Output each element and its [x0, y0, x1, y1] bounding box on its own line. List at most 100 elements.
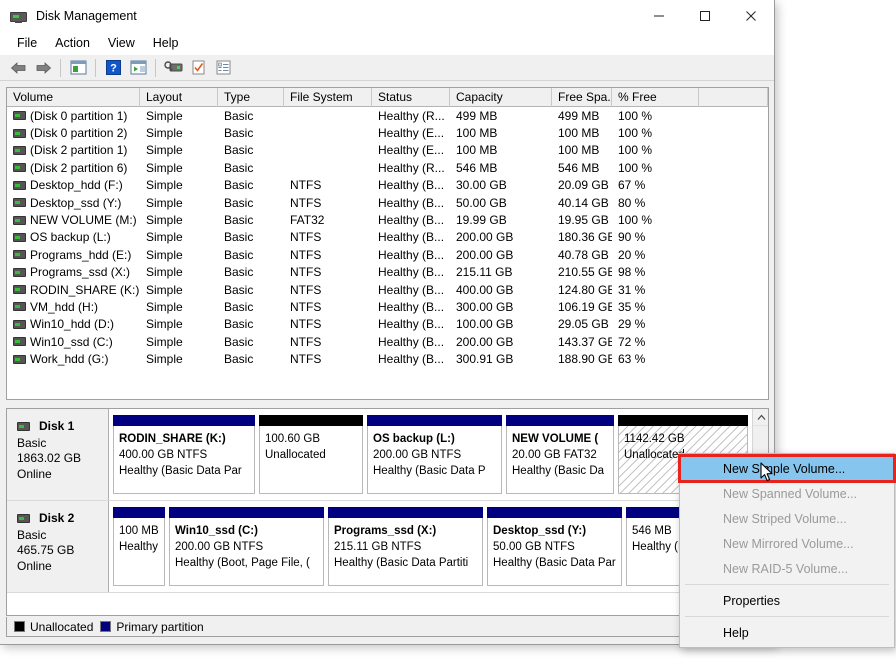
cell-capacity: 215.11 GB	[456, 265, 513, 280]
volume-name: (Disk 0 partition 2)	[30, 126, 128, 141]
cell-layout: Simple	[146, 195, 183, 210]
table-row[interactable]: (Disk 2 partition 1) Simple Basic Healthy (…	[7, 142, 768, 159]
partition-details: OS backup (L:) 200.00 GB NTFS Healthy (Bas…	[367, 426, 502, 494]
volume-name: VM_hdd (H:)	[30, 299, 99, 314]
legend: Unallocated Primary partition	[6, 617, 769, 637]
cell-type: Basic	[224, 247, 254, 262]
drive-icon	[13, 250, 26, 260]
scroll-up-icon[interactable]	[753, 409, 768, 426]
partition-block[interactable]: Win10_ssd (C:) 200.00 GB NTFS Healthy (Boo…	[169, 507, 324, 586]
partition-status: Healthy (Boot, Page File, (	[175, 557, 310, 569]
cell-capacity: 200.00 GB	[456, 334, 514, 349]
menu-item-new-simple-volume[interactable]: New Simple Volume...	[678, 454, 896, 483]
volume-list[interactable]: Volume Layout Type File System Status Capacit…	[6, 87, 769, 400]
show-hide-console-tree-icon[interactable]	[66, 57, 90, 79]
cell-status: Healthy (B...	[378, 334, 445, 349]
minimize-icon[interactable]	[636, 0, 682, 31]
cell-capacity: 200.00 GB	[456, 230, 514, 245]
menu-item-properties[interactable]: Properties	[680, 588, 894, 613]
disk-info-panel[interactable]: Disk 1 Basic 1863.02 GB Online	[7, 409, 109, 500]
partition-color-bar	[113, 415, 255, 426]
cell-type: Basic	[224, 160, 254, 175]
window-controls	[636, 0, 774, 31]
table-row[interactable]: (Disk 0 partition 2) Simple Basic Healthy (…	[7, 124, 768, 141]
menu-item-help[interactable]: Help	[680, 620, 894, 645]
volume-name: Programs_ssd (X:)	[30, 265, 131, 280]
cell-type: Basic	[224, 334, 254, 349]
column-header-free-spa[interactable]: Free Spa...	[552, 88, 612, 107]
properties-icon[interactable]	[186, 57, 210, 79]
maximize-icon[interactable]	[682, 0, 728, 31]
rescan-disks-icon[interactable]	[161, 57, 185, 79]
column-header-layout[interactable]: Layout	[140, 88, 218, 107]
partition-block[interactable]: NEW VOLUME (20.00 GB FAT32 Healthy (Basic…	[506, 415, 614, 494]
cell-type: Basic	[224, 230, 254, 245]
volume-name: Work_hdd (G:)	[30, 352, 109, 367]
column-header-status[interactable]: Status	[372, 88, 450, 107]
partition-size: 200.00 GB NTFS	[373, 449, 462, 461]
table-row[interactable]: (Disk 2 partition 6) Simple Basic Healthy (…	[7, 159, 768, 176]
forward-arrow-icon[interactable]	[31, 57, 55, 79]
partition-details: RODIN_SHARE (K:) 400.00 GB NTFS Healthy (B…	[113, 426, 255, 494]
disk-icon	[17, 422, 30, 432]
table-row[interactable]: VM_hdd (H:) Simple Basic NTFS Healthy (B... 3…	[7, 298, 768, 315]
partition-color-bar	[113, 507, 165, 518]
list-view-icon[interactable]	[211, 57, 235, 79]
cell-fs: FAT32	[290, 213, 325, 228]
help-icon[interactable]: ?	[101, 57, 125, 79]
menu-separator	[685, 584, 889, 585]
table-row[interactable]: Programs_ssd (X:) Simple Basic NTFS Healthy …	[7, 264, 768, 281]
cell-layout: Simple	[146, 265, 183, 280]
table-row[interactable]: OS backup (L:) Simple Basic NTFS Healthy (B.…	[7, 229, 768, 246]
context-menu[interactable]: New Simple Volume... New Spanned Volume..…	[678, 453, 896, 648]
column-header-file-system[interactable]: File System	[284, 88, 372, 107]
disk-info-panel[interactable]: Disk 2 Basic 465.75 GB Online	[7, 501, 109, 592]
menu-action[interactable]: Action	[46, 34, 99, 52]
close-icon[interactable]	[728, 0, 774, 31]
table-row[interactable]: Win10_hdd (D:) Simple Basic NTFS Healthy (B.…	[7, 316, 768, 333]
disk-graphical-view[interactable]: Disk 1 Basic 1863.02 GB Online RODIN_SHARE (…	[6, 408, 769, 616]
cell-volume: Desktop_ssd (Y:)	[7, 196, 140, 210]
partition-name: Win10_ssd (C:)	[175, 525, 258, 537]
cell-status: Healthy (B...	[378, 299, 445, 314]
table-row[interactable]: (Disk 0 partition 1) Simple Basic Healthy (…	[7, 107, 768, 124]
cell-free: 188.90 GB	[558, 352, 612, 367]
table-row[interactable]: NEW VOLUME (M:) Simple Basic FAT32 Healthy (…	[7, 211, 768, 228]
partition-block[interactable]: RODIN_SHARE (K:) 400.00 GB NTFS Healthy (B…	[113, 415, 255, 494]
table-row[interactable]: Programs_hdd (E:) Simple Basic NTFS Healthy …	[7, 246, 768, 263]
cell-status: Healthy (B...	[378, 282, 445, 297]
menu-view[interactable]: View	[99, 34, 144, 52]
table-row[interactable]: Win10_ssd (C:) Simple Basic NTFS Healthy (B.…	[7, 333, 768, 350]
back-arrow-icon[interactable]	[6, 57, 30, 79]
menu-help[interactable]: Help	[144, 34, 188, 52]
column-header-free[interactable]: % Free	[612, 88, 699, 107]
table-row[interactable]: Desktop_ssd (Y:) Simple Basic NTFS Healthy (…	[7, 194, 768, 211]
partition-block[interactable]: OS backup (L:) 200.00 GB NTFS Healthy (Bas…	[367, 415, 502, 494]
column-header-capacity[interactable]: Capacity	[450, 88, 552, 107]
partition-block[interactable]: 100 MB Healthy	[113, 507, 165, 586]
cell-pct: 98 %	[618, 265, 646, 280]
table-row[interactable]: Work_hdd (G:) Simple Basic NTFS Healthy (B..…	[7, 350, 768, 367]
partition-color-bar	[169, 507, 324, 518]
menu-file[interactable]: File	[8, 34, 46, 52]
cell-layout: Simple	[146, 282, 183, 297]
partition-block[interactable]: Programs_ssd (X:) 215.11 GB NTFS Healthy (…	[328, 507, 483, 586]
column-header-type[interactable]: Type	[218, 88, 284, 107]
cell-volume: (Disk 0 partition 2)	[7, 126, 140, 140]
cell-free: 180.36 GB	[558, 230, 612, 245]
table-row[interactable]: RODIN_SHARE (K:) Simple Basic NTFS Healthy (…	[7, 281, 768, 298]
table-row[interactable]: Desktop_hdd (F:) Simple Basic NTFS Healthy (…	[7, 177, 768, 194]
column-header-volume[interactable]: Volume	[7, 88, 140, 107]
cell-volume: (Disk 0 partition 1)	[7, 109, 140, 123]
partition-block[interactable]: 100.60 GB Unallocated	[259, 415, 363, 494]
partition-block[interactable]: Desktop_ssd (Y:) 50.00 GB NTFS Healthy (Ba…	[487, 507, 622, 586]
cell-pct: 63 %	[618, 352, 646, 367]
show-action-pane-icon[interactable]	[126, 57, 150, 79]
cell-volume: Win10_hdd (D:)	[7, 317, 140, 331]
cell-fs: NTFS	[290, 334, 322, 349]
cell-status: Healthy (R...	[378, 160, 445, 175]
partition-details: NEW VOLUME (20.00 GB FAT32 Healthy (Basic…	[506, 426, 614, 494]
menu-item-new-striped-volume: New Striped Volume...	[723, 511, 847, 526]
volume-name: NEW VOLUME (M:)	[30, 213, 137, 228]
toolbar-separator	[95, 58, 96, 77]
